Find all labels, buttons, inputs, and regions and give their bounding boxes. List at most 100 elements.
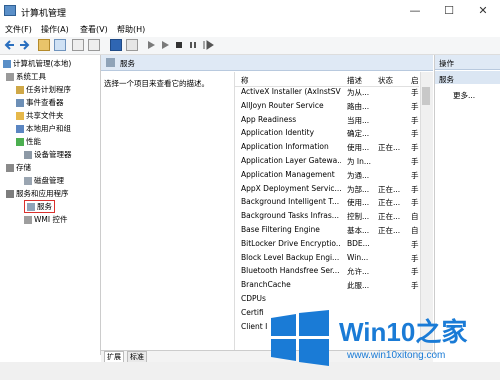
minimize-button[interactable]: — xyxy=(398,0,432,22)
service-name: Background Tasks Infras... xyxy=(241,211,339,221)
service-startup: 自 xyxy=(411,212,419,222)
service-startup: 手 xyxy=(411,170,419,180)
services-header xyxy=(101,55,433,71)
service-startup: 手 xyxy=(411,239,419,249)
service-startup: 自 xyxy=(411,226,419,235)
tree-performance[interactable]: 性能 xyxy=(16,136,41,147)
description-text: 选择一个项目来查看它的描述。 xyxy=(104,79,209,88)
column-header-row: 称 描述 状态 启 xyxy=(235,72,419,87)
window-title: 计算机管理 xyxy=(21,9,67,19)
start-service-icon[interactable] xyxy=(146,39,156,51)
list-view-icon[interactable] xyxy=(72,39,84,51)
tree-services[interactable]: 服务 xyxy=(24,200,55,213)
service-row[interactable]: BitLocker Drive Encryptio... BDE... 手 xyxy=(235,239,419,253)
properties-icon[interactable] xyxy=(126,39,138,51)
watermark: Win10之家 www.win10xitong.com xyxy=(265,300,500,380)
service-row[interactable]: Application Identity 确定... 手 xyxy=(235,128,419,142)
actions-section-title: 服务 xyxy=(439,75,454,84)
service-name: BranchCache xyxy=(241,280,291,290)
service-row[interactable]: Base Filtering Engine 基本... 正在... 自 xyxy=(235,225,419,239)
wmi-icon xyxy=(24,216,32,224)
service-status: 正在... xyxy=(378,143,401,153)
service-startup: 手 xyxy=(411,198,419,208)
tree-local-users[interactable]: 本地用户和组 xyxy=(16,123,71,134)
computer-icon xyxy=(3,60,11,68)
services-apps-icon xyxy=(6,190,14,198)
service-name: Base Filtering Engine xyxy=(241,225,320,234)
actions-header-title: 操作 xyxy=(439,59,454,68)
service-description: 此服... xyxy=(347,281,370,291)
service-startup: 手 xyxy=(411,129,419,139)
service-description: 确定... xyxy=(347,129,370,139)
service-row[interactable]: Application Layer Gatewa... 为 In... 手 xyxy=(235,156,419,170)
performance-icon xyxy=(16,138,24,146)
tree-wmi-control[interactable]: WMI 控件 xyxy=(24,214,67,225)
service-name: Application Information xyxy=(241,142,329,152)
service-description: Win... xyxy=(347,252,369,262)
device-manager-icon xyxy=(24,151,32,159)
help-icon[interactable] xyxy=(110,39,122,51)
menu-action[interactable]: 操作(A) xyxy=(41,24,69,35)
stop-service-icon[interactable] xyxy=(174,39,184,51)
forward-icon[interactable] xyxy=(18,39,30,51)
task-scheduler-icon xyxy=(16,86,24,94)
service-startup: 手 xyxy=(411,267,419,277)
disk-icon xyxy=(24,177,32,185)
maximize-button[interactable]: ☐ xyxy=(432,0,466,22)
menu-file[interactable]: 文件(F) xyxy=(5,24,32,35)
menu-help[interactable]: 帮助(H) xyxy=(117,24,145,35)
service-name: AllJoyn Router Service xyxy=(241,100,324,110)
export-list-icon[interactable] xyxy=(88,39,100,51)
column-startup[interactable]: 启 xyxy=(411,75,419,86)
tree-device-manager[interactable]: 设备管理器 xyxy=(24,149,72,160)
column-name[interactable]: 称 xyxy=(241,75,249,86)
service-startup: 手 xyxy=(411,281,419,291)
column-status[interactable]: 状态 xyxy=(378,75,393,86)
service-name: BitLocker Drive Encryptio... xyxy=(241,238,341,248)
menu-view[interactable]: 查看(V) xyxy=(80,24,108,35)
up-folder-icon[interactable] xyxy=(38,39,50,51)
service-startup: 手 xyxy=(411,101,419,111)
service-row[interactable]: Block Level Backup Engi... Win... 手 xyxy=(235,253,419,267)
scrollbar-thumb[interactable] xyxy=(422,87,430,105)
tree-system-tools[interactable]: 系统工具 xyxy=(6,71,46,82)
service-name: Application Layer Gatewa... xyxy=(241,156,341,165)
tree-task-scheduler[interactable]: 任务计划程序 xyxy=(16,84,71,95)
service-startup: 手 xyxy=(411,253,419,263)
show-hide-tree-icon[interactable] xyxy=(54,39,66,51)
service-row[interactable]: Application Management 为通... 手 xyxy=(235,170,419,184)
tree-services-apps[interactable]: 服务和应用程序 xyxy=(6,188,69,199)
service-row[interactable]: App Readiness 当用... 手 xyxy=(235,115,419,129)
restart-service-icon[interactable] xyxy=(202,39,214,51)
start-service-icon-2[interactable] xyxy=(160,39,170,51)
tree-root[interactable]: 计算机管理(本地) xyxy=(3,58,71,69)
service-row[interactable]: BranchCache 此服... 手 xyxy=(235,280,419,294)
tree-shared-folders[interactable]: 共享文件夹 xyxy=(16,110,64,121)
service-status: 正在... xyxy=(378,212,401,222)
service-name: Block Level Backup Engi... xyxy=(241,252,340,262)
back-icon[interactable] xyxy=(4,39,16,51)
column-description[interactable]: 描述 xyxy=(347,75,362,86)
service-row[interactable]: Background Intelligent T... 使用... 正在... 手 xyxy=(235,197,419,211)
tree-event-viewer[interactable]: 事件查看器 xyxy=(16,97,64,108)
service-status: 正在... xyxy=(378,184,401,194)
tree-disk-management[interactable]: 磁盘管理 xyxy=(24,175,64,186)
event-viewer-icon xyxy=(16,99,24,107)
tree-storage[interactable]: 存储 xyxy=(6,162,31,173)
service-name: Application Management xyxy=(241,169,335,179)
service-row[interactable]: AppX Deployment Servic... 为部... 正在... 手 xyxy=(235,184,419,198)
close-button[interactable]: ✕ xyxy=(466,0,500,22)
service-row[interactable]: Bluetooth Handsfree Ser... 允许... 手 xyxy=(235,266,419,280)
service-row[interactable]: Background Tasks Infras... 控制... 正在... 自 xyxy=(235,211,419,225)
service-description: 基本... xyxy=(347,226,370,235)
service-startup: 手 xyxy=(411,115,419,125)
service-name: Application Identity xyxy=(241,128,315,138)
pause-service-icon[interactable] xyxy=(188,39,198,51)
service-description: 为 In... xyxy=(347,157,372,166)
more-actions-link[interactable]: 更多... xyxy=(453,90,475,101)
service-description: BDE... xyxy=(347,238,370,248)
service-row[interactable]: AllJoyn Router Service 路由... 手 xyxy=(235,101,419,115)
service-row[interactable]: Application Information 使用... 正在... 手 xyxy=(235,142,419,156)
service-row[interactable]: ActiveX Installer (AxInstSV) 为从... 手 xyxy=(235,87,419,101)
service-description: 使用... xyxy=(347,143,370,153)
